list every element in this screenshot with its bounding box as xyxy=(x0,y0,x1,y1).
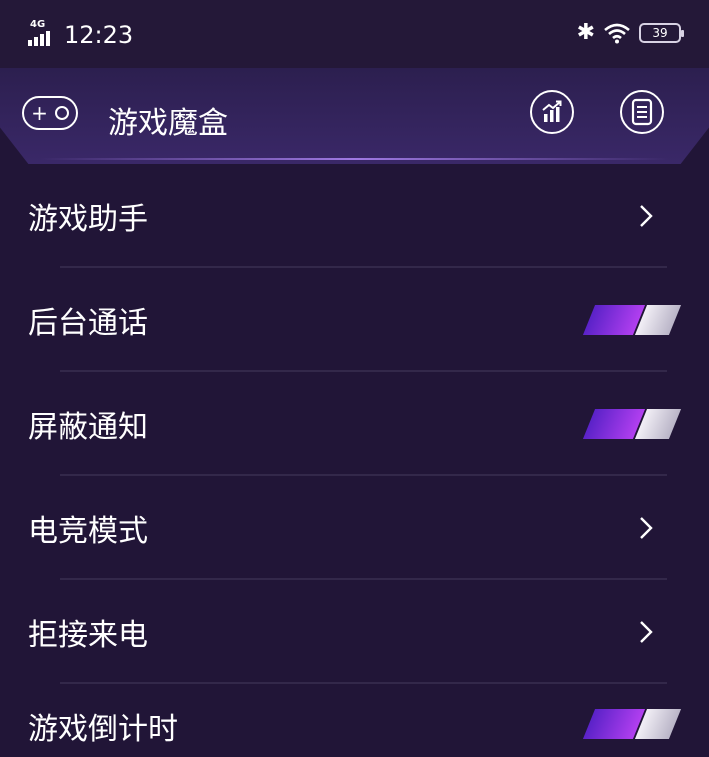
page-title: 游戏魔盒 xyxy=(108,106,228,141)
wifi-icon xyxy=(604,23,630,44)
status-bar: 4G 12:23 ✱ 39 xyxy=(0,0,709,68)
menu-item-label: 电竞模式 xyxy=(28,514,148,549)
chevron-right-icon xyxy=(640,205,653,227)
signal-icon: 4G xyxy=(28,19,58,50)
menu-item-esports-mode[interactable]: 电竞模式 xyxy=(0,476,709,580)
menu-item-label: 游戏助手 xyxy=(28,202,148,237)
menu-item-label: 拒接来电 xyxy=(28,618,148,653)
menu-item-label: 后台通话 xyxy=(28,306,148,341)
status-time: 12:23 xyxy=(64,21,134,49)
app-header xyxy=(0,68,709,164)
menu-item-label: 游戏倒计时 xyxy=(28,712,178,747)
battery-icon: 39 xyxy=(639,23,684,43)
menu-item-block-notifications: 屏蔽通知 xyxy=(0,372,709,476)
menu-item-background-call: 后台通话 xyxy=(0,268,709,372)
background-call-toggle[interactable] xyxy=(582,305,682,335)
network-type: 4G xyxy=(30,19,46,30)
notes-icon[interactable] xyxy=(620,90,664,134)
game-countdown-toggle[interactable] xyxy=(582,709,682,739)
chevron-right-icon xyxy=(640,621,653,643)
chevron-right-icon xyxy=(640,517,653,539)
status-right: ✱ 39 xyxy=(576,20,684,45)
menu-item-label: 屏蔽通知 xyxy=(28,410,148,445)
battery-level: 39 xyxy=(652,26,668,40)
status-left: 4G 12:23 xyxy=(28,19,134,50)
menu-item-game-countdown: 游戏倒计时 xyxy=(0,684,709,757)
menu-item-game-assistant[interactable]: 游戏助手 xyxy=(0,164,709,268)
stats-icon[interactable] xyxy=(530,90,574,134)
block-notifications-toggle[interactable] xyxy=(582,409,682,439)
gamepad-icon[interactable]: + xyxy=(22,96,78,130)
bluetooth-icon: ✱ xyxy=(576,20,595,45)
menu-item-reject-calls[interactable]: 拒接来电 xyxy=(0,580,709,684)
header-divider xyxy=(40,158,669,160)
